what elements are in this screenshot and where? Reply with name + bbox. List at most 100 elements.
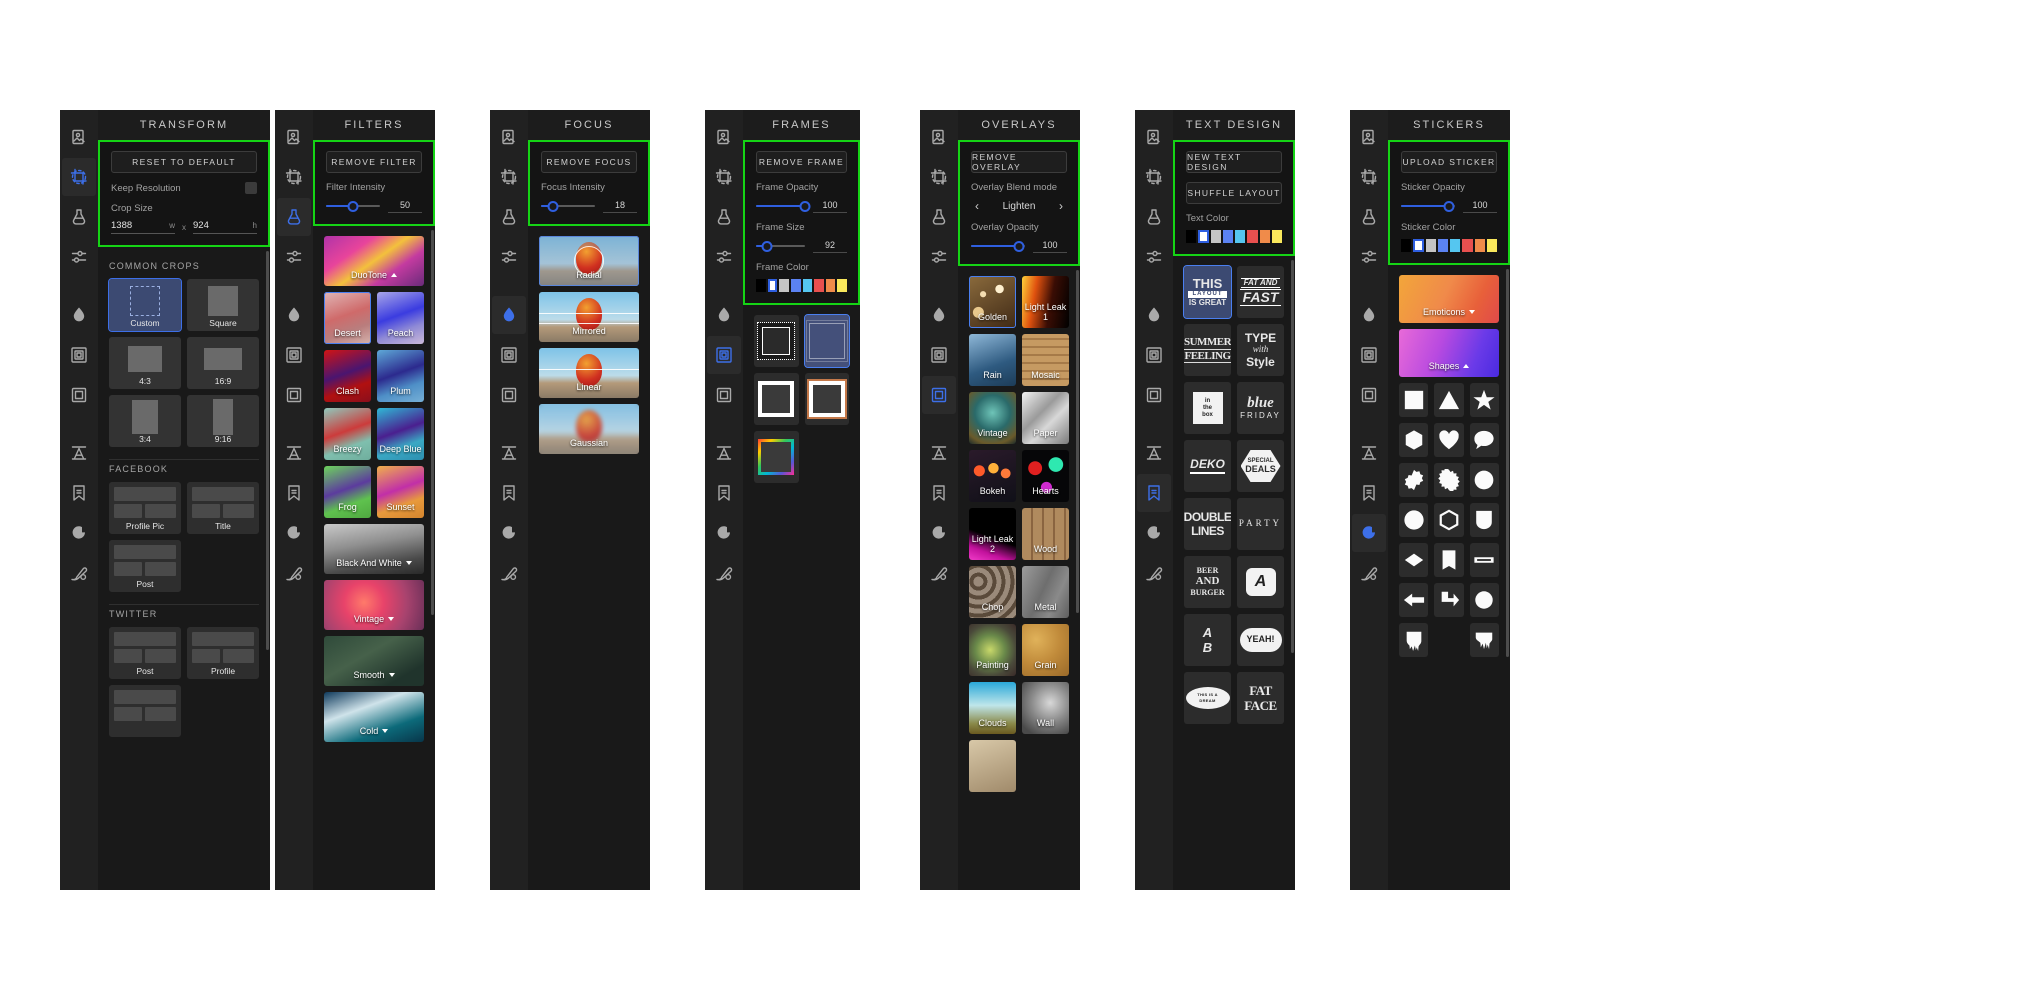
rail-adjust-sliders-icon[interactable]: [1137, 238, 1171, 276]
rail-filter-flask-icon[interactable]: [277, 198, 311, 236]
color-swatch-0[interactable]: [1401, 239, 1412, 252]
rail-brush-icon[interactable]: [922, 554, 956, 592]
overlay-thumb-golden[interactable]: Golden: [969, 276, 1016, 328]
frame-tile-brush[interactable]: [804, 373, 849, 425]
scrollbar-thumb[interactable]: [431, 230, 434, 616]
rail-image-icon[interactable]: [62, 118, 96, 156]
blend-prev-icon[interactable]: ‹: [975, 200, 979, 212]
filter-thumb-desert[interactable]: Desert: [324, 292, 371, 344]
text-design-tile-a[interactable]: A: [1237, 556, 1284, 608]
sticker-opacity-value[interactable]: 100: [1463, 200, 1497, 213]
text-design-tile-fat-and[interactable]: FAT AND FAST: [1237, 266, 1284, 318]
color-swatch-1[interactable]: [1198, 230, 1209, 243]
overlay-opacity-slider[interactable]: [971, 239, 1025, 253]
rail-crop-icon[interactable]: [1352, 158, 1386, 196]
sticker-opacity-slider[interactable]: [1401, 199, 1455, 213]
rail-sticker-speech-icon[interactable]: [492, 514, 526, 552]
social-preset-profile[interactable]: Profile: [187, 627, 259, 679]
rail-image-icon[interactable]: [492, 118, 526, 156]
text-design-tile-double[interactable]: DOUBLE LINES: [1184, 498, 1231, 550]
rail-focus-droplet-icon[interactable]: [277, 296, 311, 334]
filter-thumb-deep-blue[interactable]: Deep Blue: [377, 408, 424, 460]
overlay-list[interactable]: Golden Light Leak 1 Rain Mosaic Vintage Paper…: [958, 266, 1080, 890]
rail-image-icon[interactable]: [1137, 118, 1171, 156]
rail-focus-droplet-icon[interactable]: [1137, 296, 1171, 334]
rail-filter-flask-icon[interactable]: [707, 198, 741, 236]
rail-brush-icon[interactable]: [62, 554, 96, 592]
rail-sticker-speech-icon[interactable]: [277, 514, 311, 552]
rail-adjust-sliders-icon[interactable]: [707, 238, 741, 276]
rail-filter-flask-icon[interactable]: [922, 198, 956, 236]
rail-image-icon[interactable]: [1352, 118, 1386, 156]
text-design-tile-fat[interactable]: FAT FACE: [1237, 672, 1284, 724]
rail-text-icon[interactable]: [707, 434, 741, 472]
color-swatch-4[interactable]: [802, 279, 813, 292]
rail-text-icon[interactable]: [492, 434, 526, 472]
sticker-shape-circle-soft[interactable]: [1469, 583, 1499, 617]
sticker-shape-star[interactable]: [1469, 383, 1499, 417]
new-text-design-button[interactable]: NEW TEXT DESIGN: [1186, 151, 1282, 173]
rail-frame-icon[interactable]: [1137, 336, 1171, 374]
crop-preset-16:9[interactable]: 16:9: [187, 337, 259, 389]
color-swatch-0[interactable]: [756, 279, 766, 292]
scrollbar-thumb[interactable]: [1076, 270, 1079, 614]
remove-frame-button[interactable]: REMOVE FRAME: [756, 151, 847, 173]
rail-sticker-speech-icon[interactable]: [707, 514, 741, 552]
remove-focus-button[interactable]: REMOVE FOCUS: [541, 151, 637, 173]
rail-text-icon[interactable]: [1137, 434, 1171, 472]
sticker-shape-diamond[interactable]: [1399, 543, 1429, 577]
overlay-thumb-light-leak-2[interactable]: Light Leak 2: [969, 508, 1016, 560]
rail-adjust-sliders-icon[interactable]: [492, 238, 526, 276]
rail-crop-icon[interactable]: [1137, 158, 1171, 196]
frame-tile-ornate[interactable]: [803, 314, 850, 368]
overlay-thumb-painting[interactable]: Painting: [969, 624, 1016, 676]
crop-preset-3:4[interactable]: 3:4: [109, 395, 181, 447]
focus-list[interactable]: Radial Mirrored Linear Gaussian: [528, 226, 650, 890]
rail-text-icon[interactable]: [922, 434, 956, 472]
social-preset-title[interactable]: Title: [187, 482, 259, 534]
color-swatch-5[interactable]: [1462, 239, 1473, 252]
text-design-tile-a[interactable]: AB: [1184, 614, 1231, 666]
filter-thumb-plum[interactable]: Plum: [377, 350, 424, 402]
color-swatch-7[interactable]: [837, 279, 847, 292]
focus-intensity-slider[interactable]: [541, 199, 595, 213]
rail-text-icon[interactable]: [277, 434, 311, 472]
rail-sticker-speech-icon[interactable]: [62, 514, 96, 552]
sticker-category-emoticons[interactable]: Emoticons: [1399, 275, 1499, 323]
color-swatch-7[interactable]: [1486, 239, 1497, 252]
rail-frame-icon[interactable]: [707, 336, 741, 374]
filter-list[interactable]: DuoTone Desert Peach Clash Plum Breezy Deep Bl…: [313, 226, 435, 890]
overlay-thumb-metal[interactable]: Metal: [1022, 566, 1069, 618]
text-design-tile-yeah-[interactable]: YEAH!: [1237, 614, 1284, 666]
rail-brush-icon[interactable]: [277, 554, 311, 592]
crop-width-input[interactable]: 1388 w: [111, 220, 175, 234]
filter-thumb-peach[interactable]: Peach: [377, 292, 424, 344]
rail-brush-icon[interactable]: [1137, 554, 1171, 592]
color-swatch-6[interactable]: [825, 279, 836, 292]
rail-crop-icon[interactable]: [277, 158, 311, 196]
rail-filter-flask-icon[interactable]: [1137, 198, 1171, 236]
filter-thumb-black-and-white[interactable]: Black And White: [324, 524, 424, 574]
focus-thumb-gaussian[interactable]: Gaussian: [539, 404, 639, 454]
rail-text-design-bookmark-icon[interactable]: [1137, 474, 1171, 512]
sticker-shape-speech[interactable]: [1469, 423, 1499, 457]
rail-brush-icon[interactable]: [492, 554, 526, 592]
text-design-tile-party[interactable]: PARTY: [1237, 498, 1284, 550]
upload-sticker-button[interactable]: UPLOAD STICKER: [1401, 151, 1497, 173]
overlay-thumb-mosaic[interactable]: Mosaic: [1022, 334, 1069, 386]
rail-crop-icon[interactable]: [492, 158, 526, 196]
sticker-shape-circle-rough[interactable]: [1469, 463, 1499, 497]
keep-resolution-checkbox[interactable]: [245, 182, 257, 194]
color-swatch-5[interactable]: [814, 279, 824, 292]
color-swatch-5[interactable]: [1247, 230, 1258, 243]
filter-thumb-smooth[interactable]: Smooth: [324, 636, 424, 686]
text-design-tile-blue[interactable]: blue FRIDAY: [1237, 382, 1284, 434]
rail-frame-icon[interactable]: [62, 336, 96, 374]
rail-adjust-sliders-icon[interactable]: [62, 238, 96, 276]
rail-adjust-sliders-icon[interactable]: [922, 238, 956, 276]
rail-overlay-icon[interactable]: [922, 376, 956, 414]
text-design-tile-this[interactable]: THIS LAYOUT IS GREAT: [1183, 265, 1232, 319]
rail-focus-droplet-icon[interactable]: [707, 296, 741, 334]
rail-text-icon[interactable]: [1352, 434, 1386, 472]
social-preset-post[interactable]: Post: [109, 627, 181, 679]
